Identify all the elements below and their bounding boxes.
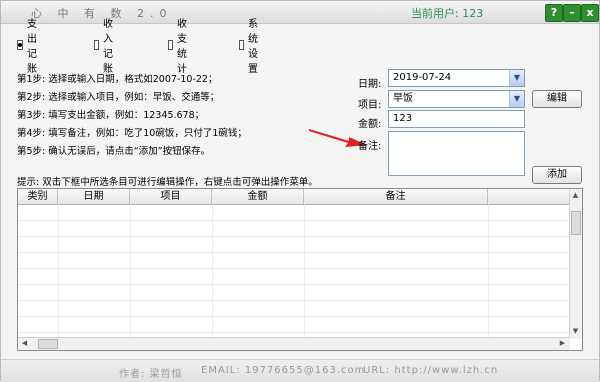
footer-email: EMAIL: 19776655@163.com: [201, 365, 366, 376]
row-divider: [18, 316, 570, 317]
amount-label: 金额:: [358, 119, 382, 130]
checkbox-icon: [239, 40, 244, 50]
instructions: 第1步: 选择或输入日期，格式如2007-10-22； 第2步: 选择或输入项目…: [17, 71, 347, 161]
column-header-date[interactable]: 日期: [58, 189, 130, 204]
help-button[interactable]: ?: [545, 4, 563, 22]
tab-expense-label: 支出记账: [27, 19, 37, 75]
date-combobox[interactable]: 2019-07-24 ▼: [388, 69, 525, 87]
title-bar[interactable]: 心 中 有 数 2.0 当前用户: 123 ? – x: [1, 1, 599, 24]
item-value: 早饭: [393, 93, 413, 104]
footer-url: URL: http://www.lzh.cn: [363, 365, 499, 376]
row-divider: [18, 300, 570, 301]
add-button[interactable]: 添加: [532, 166, 582, 184]
scroll-down-icon[interactable]: ▼: [570, 326, 581, 337]
tab-income-label: 收入记账: [103, 19, 113, 75]
tab-settings[interactable]: 系统设置: [239, 19, 263, 75]
checkbox-icon: [94, 40, 99, 50]
step-1: 第1步: 选择或输入日期，格式如2007-10-22；: [17, 74, 218, 85]
app-window: 心 中 有 数 2.0 当前用户: 123 ? – x 支出记账 收入记账 收支…: [0, 0, 600, 382]
note-label: 备注:: [358, 141, 382, 152]
scroll-up-icon[interactable]: ▲: [570, 190, 581, 201]
horizontal-scrollbar[interactable]: ◀ ▶: [18, 337, 570, 350]
column-header-item[interactable]: 项目: [130, 189, 212, 204]
column-divider: [58, 204, 59, 337]
item-label: 项目:: [358, 100, 382, 111]
row-divider: [18, 220, 570, 221]
row-divider: [18, 284, 570, 285]
row-divider: [18, 268, 570, 269]
amount-input[interactable]: 123: [388, 110, 525, 128]
minimize-button[interactable]: –: [563, 4, 581, 22]
step-3: 第3步: 填写支出金额，例如：12345.678；: [17, 110, 205, 121]
tab-expense[interactable]: 支出记账: [17, 19, 41, 75]
column-header-amount[interactable]: 金额: [212, 189, 304, 204]
tab-settings-label: 系统设置: [248, 19, 258, 75]
selected-checkbox-icon: [17, 40, 23, 50]
column-divider: [212, 204, 213, 337]
row-divider: [18, 236, 570, 237]
column-divider: [130, 204, 131, 337]
tab-statistics[interactable]: 收支统计: [168, 19, 192, 75]
checkbox-icon: [168, 40, 173, 50]
current-user-label: 当前用户: 123: [411, 7, 484, 20]
scroll-left-icon[interactable]: ◀: [19, 338, 30, 349]
column-divider: [304, 204, 305, 337]
column-header-note[interactable]: 备注: [304, 189, 488, 204]
date-label: 日期:: [358, 79, 382, 90]
records-table[interactable]: 类别 日期 项目 金额 备注 ▲ ▼ ◀ ▶: [17, 188, 583, 351]
tab-income[interactable]: 收入记账: [94, 19, 118, 75]
step-5: 第5步: 确认无误后，请点击“添加”按钮保存。: [17, 146, 211, 157]
horizontal-scroll-thumb[interactable]: [38, 339, 58, 349]
row-divider: [18, 252, 570, 253]
hint-text: 提示: 双击下框中所选条目可进行编辑操作，右键点击可弹出操作菜单。: [17, 177, 318, 188]
table-header: 类别 日期 项目 金额 备注: [18, 189, 570, 205]
app-title: 心 中 有 数 2.0: [31, 7, 173, 20]
column-divider: [488, 204, 489, 337]
vertical-scrollbar[interactable]: ▲ ▼: [569, 189, 582, 339]
scroll-right-icon[interactable]: ▶: [557, 338, 568, 349]
edit-button[interactable]: 编辑: [532, 90, 582, 108]
step-4: 第4步: 填写备注，例如：吃了10碗饭，只付了1碗钱；: [17, 128, 247, 139]
row-divider: [18, 332, 570, 333]
note-textarea[interactable]: [388, 131, 525, 176]
date-value: 2019-07-24: [393, 72, 452, 83]
close-button[interactable]: x: [581, 4, 599, 22]
chevron-down-icon[interactable]: ▼: [509, 70, 524, 86]
item-combobox[interactable]: 早饭 ▼: [388, 90, 525, 108]
vertical-scroll-thumb[interactable]: [571, 211, 581, 235]
step-2: 第2步: 选择或输入项目，例如：早饭、交通等；: [17, 92, 220, 103]
tab-statistics-label: 收支统计: [177, 19, 187, 75]
chevron-down-icon[interactable]: ▼: [509, 91, 524, 107]
column-header-category[interactable]: 类别: [18, 189, 58, 204]
footer-author: 作者: 梁哲恒: [119, 369, 183, 380]
footer-bar: 作者: 梁哲恒 EMAIL: 19776655@163.com URL: htt…: [1, 359, 599, 382]
